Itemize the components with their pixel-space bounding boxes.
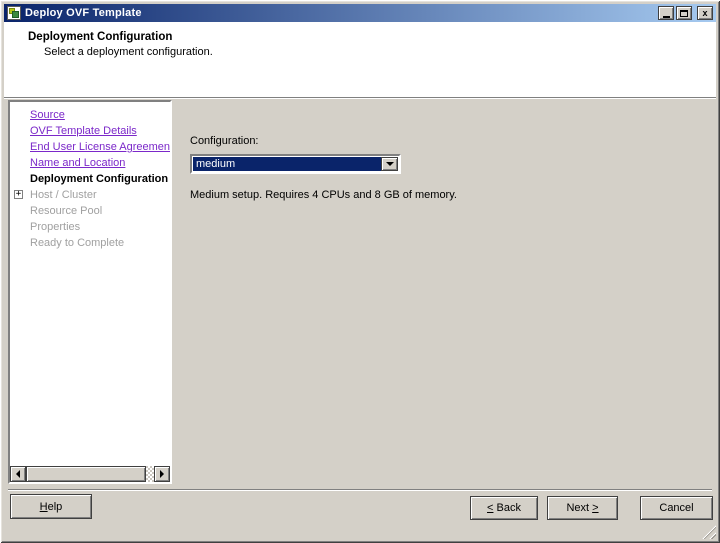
chevron-down-icon [385, 162, 394, 170]
cancel-button[interactable]: Cancel [640, 496, 713, 520]
help-mnemonic: H [39, 500, 48, 513]
step-source[interactable]: Source [10, 107, 170, 123]
ovf-icon-square-2 [12, 11, 19, 18]
expand-icon[interactable]: + [14, 190, 23, 199]
step-end-user-license-agreement[interactable]: End User License Agreement [10, 139, 170, 155]
step-ready-to-complete: Ready to Complete [30, 237, 125, 249]
horizontal-scrollbar[interactable] [10, 466, 170, 482]
step-name-and-location[interactable]: Name and Location [10, 155, 170, 171]
window-controls: x [658, 6, 713, 20]
page-title: Deployment Configuration [28, 31, 173, 43]
configuration-dropdown[interactable]: medium [190, 154, 401, 174]
scrollbar-track[interactable] [146, 466, 154, 482]
scroll-right-button[interactable] [154, 466, 170, 482]
minimize-icon [662, 15, 670, 18]
arrow-left-icon [12, 470, 20, 478]
step-host-cluster-label: Host / Cluster [30, 189, 97, 201]
step-deployment-configuration: Deployment Configuration [30, 173, 169, 185]
next-button[interactable]: Next > [547, 496, 618, 520]
step-ovf-template-details[interactable]: OVF Template Details [10, 123, 170, 139]
help-button[interactable]: Help [10, 494, 92, 519]
dropdown-arrow-button[interactable] [381, 157, 398, 171]
header-separator [4, 97, 716, 99]
step-host-cluster: + Host / Cluster [10, 187, 170, 203]
minimize-button[interactable] [658, 6, 674, 20]
maximize-icon [680, 9, 688, 17]
cancel-label: Cancel [659, 502, 694, 514]
maximize-button[interactable] [676, 6, 692, 20]
buttons-separator [8, 489, 712, 491]
ovf-app-icon [7, 6, 21, 20]
back-button[interactable]: < Back [470, 496, 538, 520]
back-label: Back [493, 502, 521, 514]
configuration-label: Configuration: [190, 135, 259, 147]
window-title: Deploy OVF Template [25, 7, 142, 19]
resize-grip-icon[interactable] [702, 525, 716, 539]
step-resource-pool: Resource Pool [30, 205, 103, 217]
configuration-description: Medium setup. Requires 4 CPUs and 8 GB o… [190, 189, 457, 201]
close-button[interactable]: x [697, 6, 713, 20]
step-properties: Properties [30, 221, 81, 233]
scroll-left-button[interactable] [10, 466, 26, 482]
page-subtitle: Select a deployment configuration. [44, 46, 213, 58]
wizard-header: Deployment Configuration Select a deploy… [4, 22, 716, 97]
wizard-steps-list: Source OVF Template Details End User Lic… [8, 100, 172, 484]
configuration-selected-value[interactable]: medium [193, 157, 381, 171]
scrollbar-thumb[interactable] [26, 466, 146, 482]
arrow-right-icon [160, 470, 168, 478]
deploy-ovf-template-dialog: Deploy OVF Template x Deployment Configu… [0, 0, 720, 543]
title-bar[interactable]: Deploy OVF Template x [4, 4, 716, 22]
help-label: elp [47, 500, 63, 513]
next-mnemonic: > [592, 502, 599, 514]
close-icon: x [702, 7, 708, 18]
next-label: Next [566, 502, 593, 514]
